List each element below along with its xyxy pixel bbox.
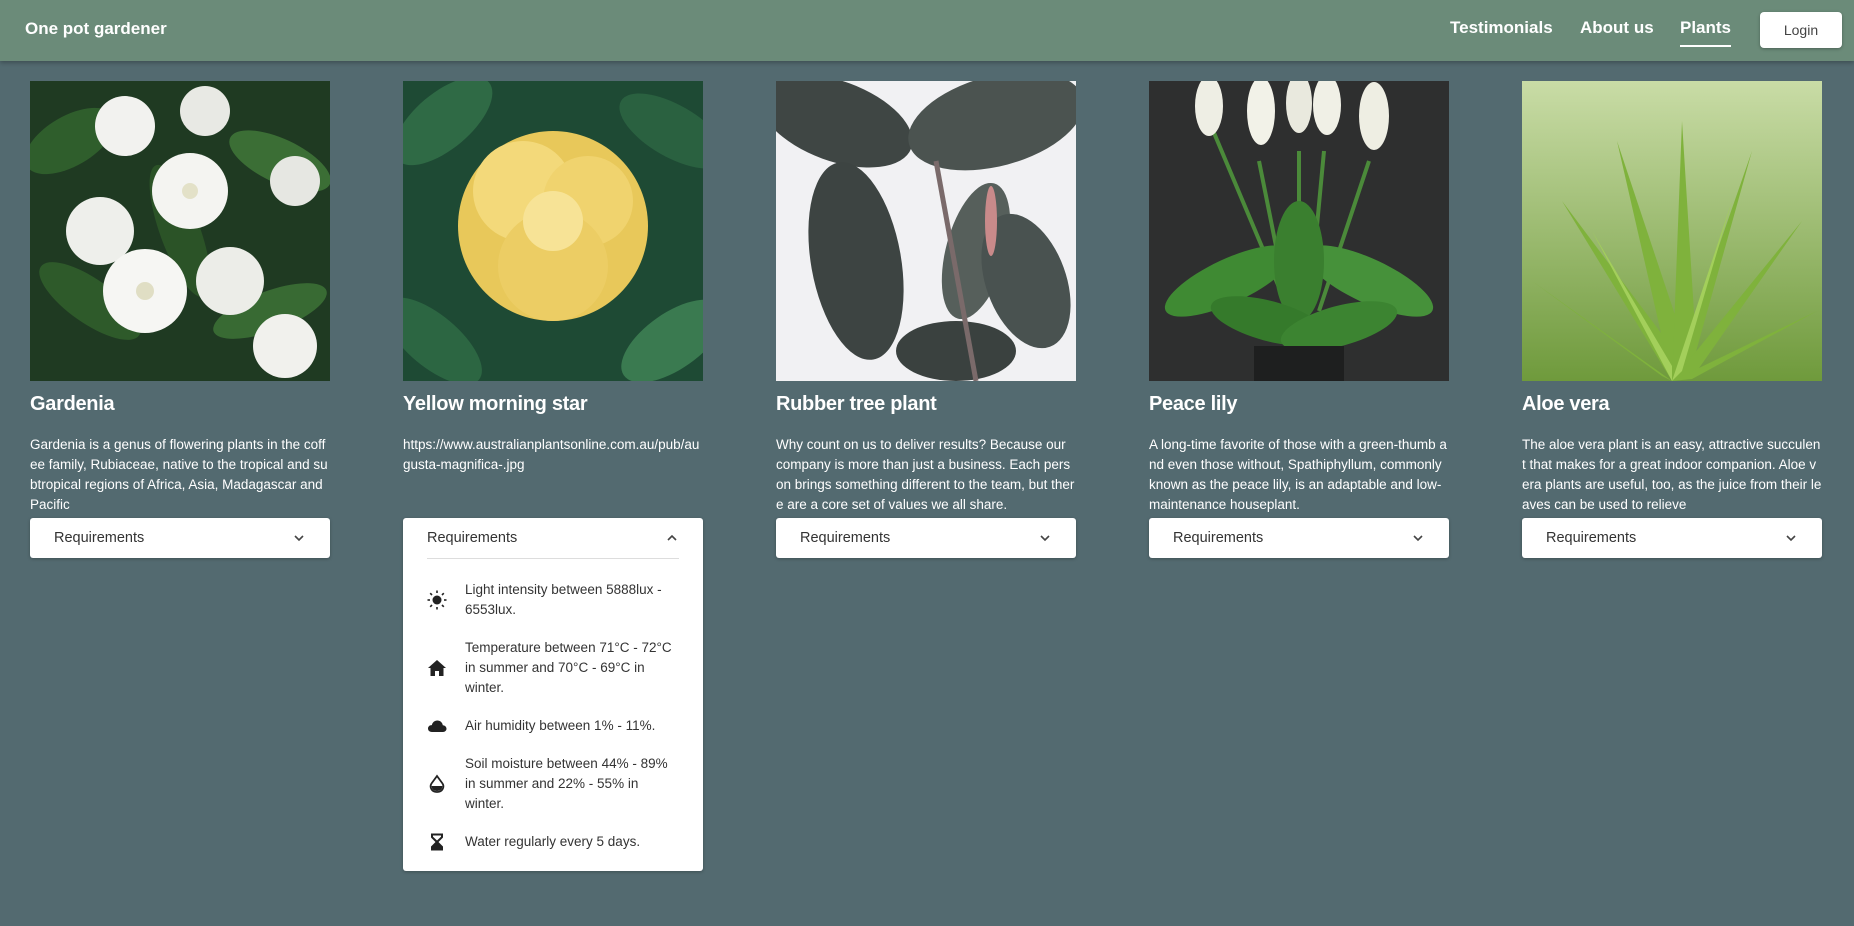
requirements-accordion[interactable]: Requirements Light intensity between 588… [403, 518, 703, 871]
water-drop-icon [429, 774, 445, 793]
requirements-label: Requirements [1173, 530, 1264, 546]
login-button[interactable]: Login [1760, 12, 1842, 48]
plant-name: Peace lily [1149, 393, 1238, 415]
plant-card-gardenia: Gardenia Gardenia is a genus of flowerin… [30, 81, 330, 558]
requirement-soil-moisture: Soil moisture between 44% - 89% in summe… [427, 745, 679, 823]
requirement-text: Water regularly every 5 days. [465, 834, 641, 849]
chevron-down-icon [1040, 535, 1050, 542]
aloe-vera-image [1522, 81, 1822, 381]
peace-lily-image [1149, 81, 1449, 381]
sun-icon [427, 590, 447, 610]
rubber-tree-plant-image [776, 81, 1076, 381]
plant-description: Gardenia is a genus of flowering plants … [30, 437, 328, 512]
requirements-list: Light intensity between 5888lux - 6553lu… [403, 559, 703, 871]
plant-name: Rubber tree plant [776, 393, 937, 415]
top-navigation-bar: One pot gardener Testimonials About us P… [0, 0, 1854, 61]
requirement-temperature: Temperature between 71°C - 72°C in summe… [427, 629, 679, 707]
requirement-text: Air humidity between 1% - 11%. [465, 718, 656, 733]
requirements-accordion[interactable]: Requirements [30, 518, 330, 558]
nav-link-plants[interactable]: Plants [1680, 18, 1732, 47]
cloud-icon [428, 720, 447, 732]
requirements-toggle[interactable]: Requirements [1522, 518, 1822, 558]
requirement-humidity: Air humidity between 1% - 11%. [427, 707, 679, 745]
requirements-label: Requirements [54, 530, 145, 546]
plant-card-peace-lily: Peace lily A long-time favorite of those… [1149, 81, 1449, 558]
requirements-label: Requirements [427, 530, 518, 546]
plant-description: Why count on us to deliver results? Beca… [776, 437, 1075, 512]
chevron-down-icon [1786, 535, 1796, 542]
plant-description: https://www.australianplantsonline.com.a… [403, 437, 700, 472]
chevron-down-icon [1413, 535, 1423, 542]
plant-card-rubber-tree-plant: Rubber tree plant Why count on us to del… [776, 81, 1076, 558]
plant-name: Aloe vera [1522, 393, 1610, 415]
nav-link-testimonials[interactable]: Testimonials [1450, 18, 1553, 38]
chevron-down-icon [294, 535, 304, 542]
requirements-toggle[interactable]: Requirements [776, 518, 1076, 558]
requirement-text: Temperature between 71°C - 72°C in summe… [465, 640, 672, 695]
requirement-watering: Water regularly every 5 days. [427, 823, 679, 861]
plant-name: Yellow morning star [403, 393, 588, 415]
requirements-toggle[interactable]: Requirements [427, 518, 679, 559]
requirements-accordion[interactable]: Requirements [1149, 518, 1449, 558]
plant-description: The aloe vera plant is an easy, attracti… [1522, 437, 1822, 512]
hourglass-icon [431, 833, 443, 851]
chevron-up-icon [667, 534, 677, 541]
plant-name: Gardenia [30, 393, 115, 415]
requirement-text: Soil moisture between 44% - 89% in summe… [465, 756, 668, 811]
yellow-morning-star-image [403, 81, 703, 381]
requirements-toggle[interactable]: Requirements [1149, 518, 1449, 558]
requirements-toggle[interactable]: Requirements [30, 518, 330, 558]
nav-link-about-us[interactable]: About us [1580, 18, 1654, 38]
requirements-accordion[interactable]: Requirements [1522, 518, 1822, 558]
brand-name[interactable]: One pot gardener [25, 19, 167, 39]
requirement-light: Light intensity between 5888lux - 6553lu… [427, 571, 679, 629]
plant-card-aloe-vera: Aloe vera The aloe vera plant is an easy… [1522, 81, 1822, 558]
plant-card-yellow-morning-star: Yellow morning star https://www.australi… [403, 81, 703, 871]
requirements-label: Requirements [1546, 530, 1637, 546]
requirement-text: Light intensity between 5888lux - 6553lu… [465, 582, 662, 617]
plant-description: A long-time favorite of those with a gre… [1149, 437, 1447, 512]
requirements-accordion[interactable]: Requirements [776, 518, 1076, 558]
requirements-label: Requirements [800, 530, 891, 546]
house-icon [428, 660, 446, 676]
gardenia-image [30, 81, 330, 381]
